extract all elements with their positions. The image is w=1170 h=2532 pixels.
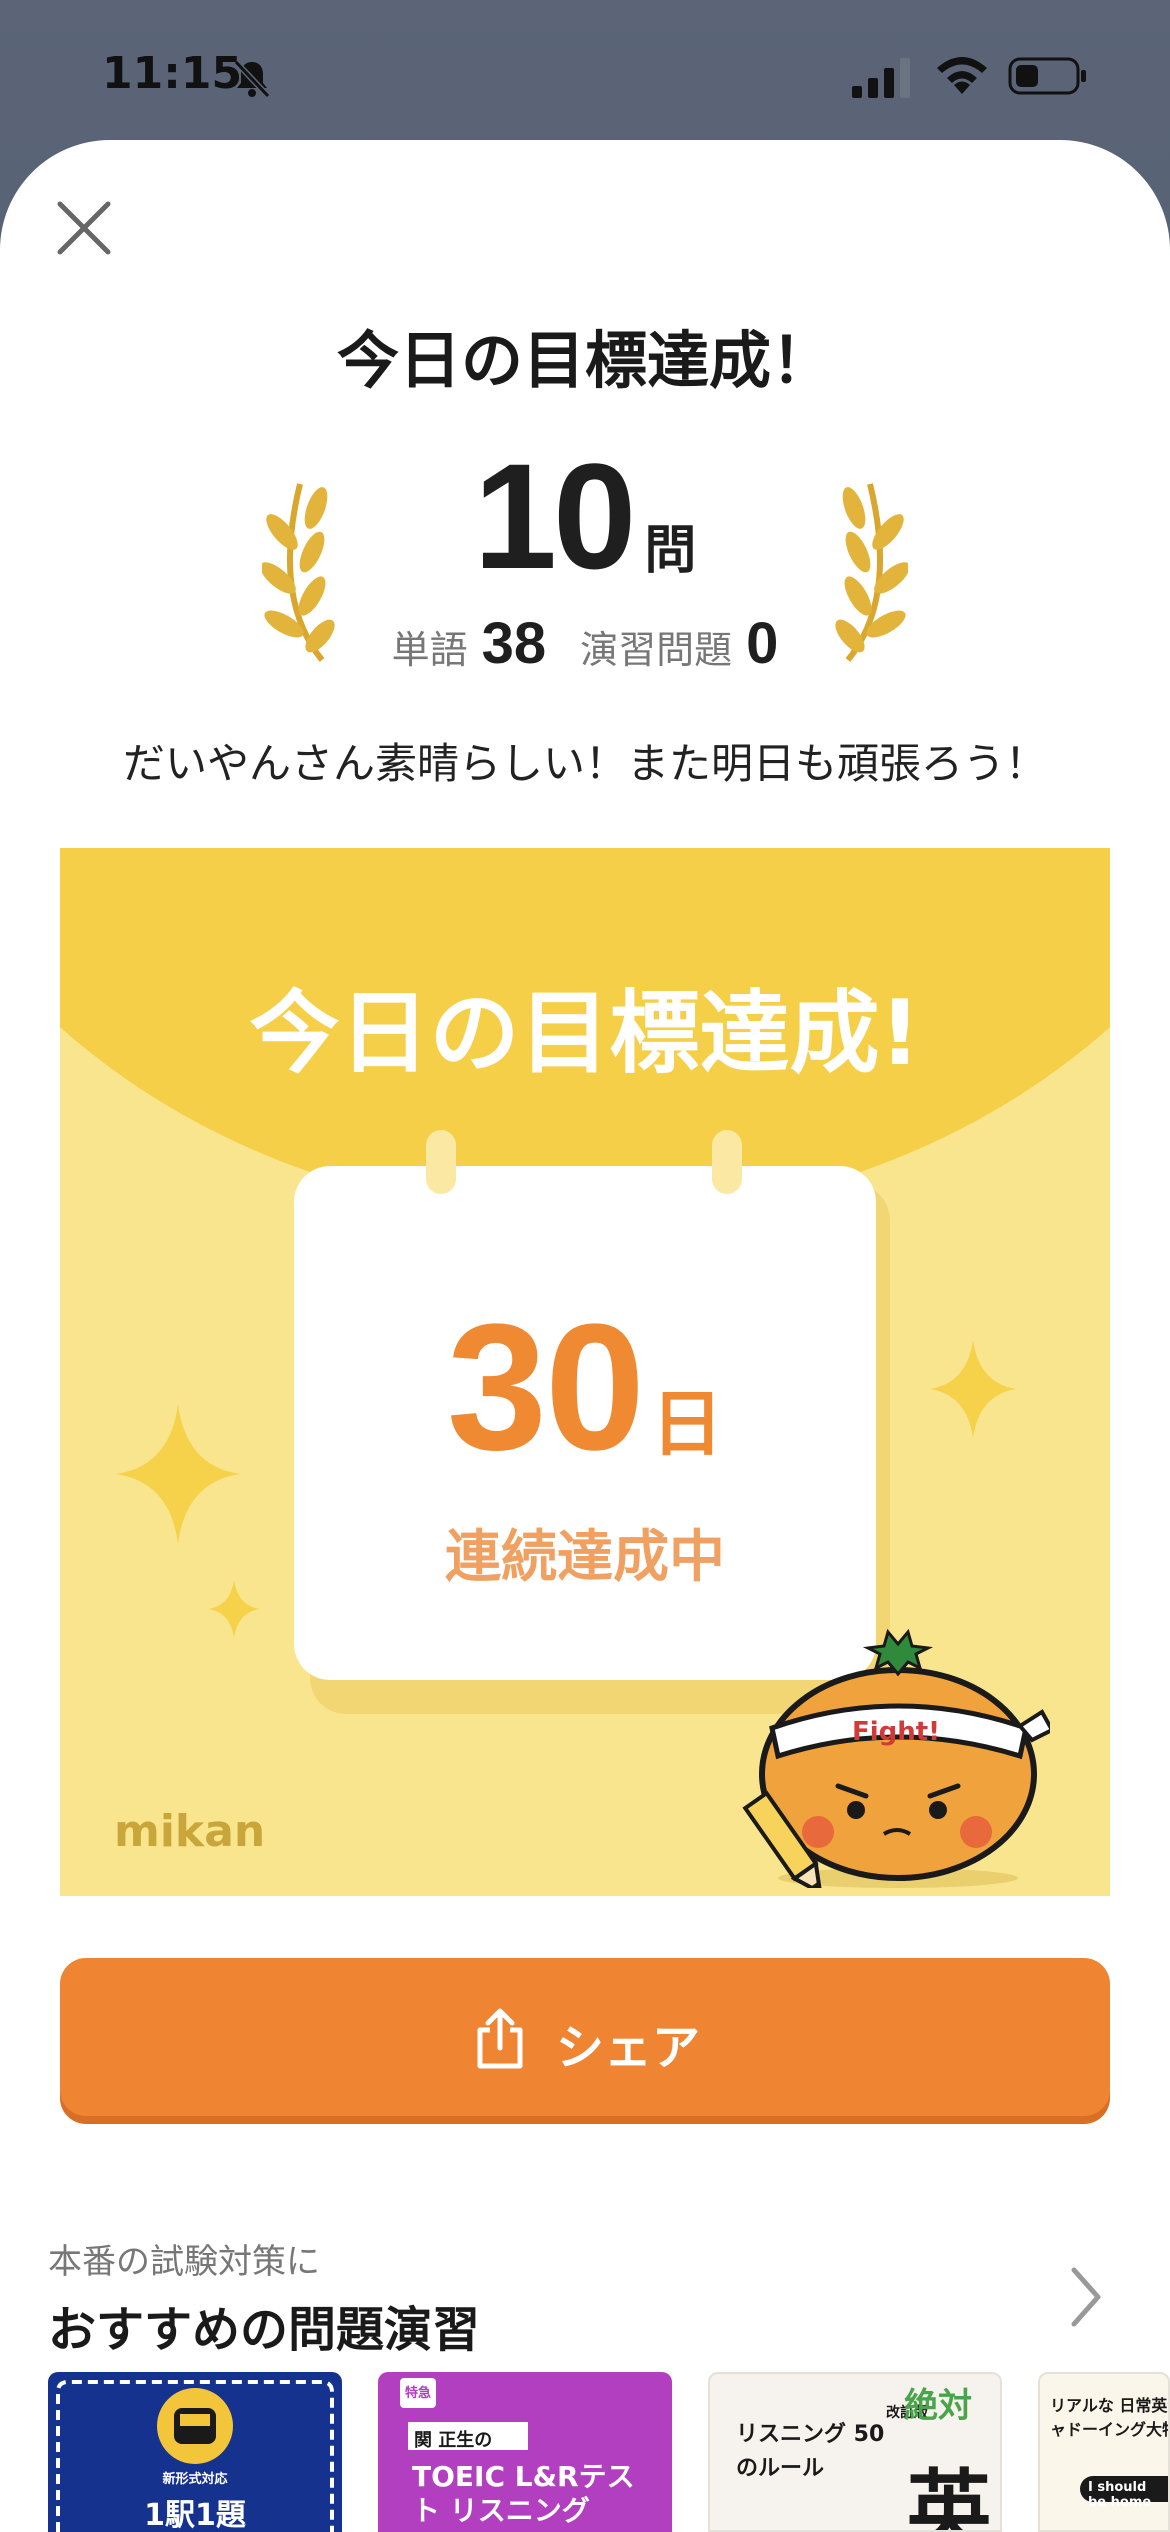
- book-title: リスニング 50のルール: [736, 2422, 885, 2481]
- wifi-icon: [937, 57, 987, 94]
- book-side: 絶対: [904, 2386, 972, 2426]
- streak-count: 30 日: [294, 1284, 876, 1491]
- goal-count-unit: 問: [644, 521, 697, 581]
- book-title: 1駅1題: [144, 2498, 246, 2532]
- goal-title: 今日の目標達成！: [336, 324, 833, 397]
- streak-label: 連続達成中: [445, 1525, 725, 1590]
- recommend-book[interactable]: 改訂版 絶対 リスニング 50のルール 英: [708, 2372, 1002, 2532]
- recommend-book[interactable]: リアルな 日常英会話で鍛える シャドーイング大特訓 I should be ho…: [1038, 2372, 1170, 2532]
- battery-icon: [1008, 57, 1086, 95]
- book-badge: 新形式対応: [162, 2472, 228, 2487]
- bell-muted-icon: [233, 59, 271, 99]
- streak-unit: 日: [651, 1382, 724, 1466]
- mikan-logo: mikan: [114, 1806, 266, 1857]
- sparkle-icon: [208, 1580, 260, 1638]
- sparkle-icon: [116, 1404, 240, 1544]
- recommend-title: おすすめの問題演習: [48, 2302, 481, 2358]
- breakdown-value-exercises: 0: [746, 611, 779, 676]
- share-button[interactable]: シェア: [60, 1958, 1110, 2116]
- breakdown-value-words: 38: [481, 611, 547, 676]
- goal-sheet: 今日の目標達成！ 10 問 単語 38 演習問題 0 だいやんさん素晴らしい！また明日も…: [0, 140, 1170, 2532]
- recommend-book[interactable]: 新形式対応 1駅1題: [48, 2372, 342, 2532]
- signal-icon: [852, 58, 910, 98]
- streak-value: 30: [446, 1287, 645, 1488]
- book-badge: 特急: [404, 2386, 431, 2401]
- goal-breakdown: 単語 38 演習問題 0: [0, 610, 1170, 677]
- card-title: 今日の目標達成!: [249, 981, 921, 1086]
- breakdown-label-exercises: 演習問題: [580, 628, 733, 672]
- book-big-char: 英: [906, 2461, 992, 2532]
- breakdown-label-words: 単語: [391, 628, 468, 672]
- calendar-ring: [426, 1130, 456, 1194]
- status-bar: 11:15: [0, 0, 1170, 140]
- book-bubble: I should be home: [1088, 2480, 1152, 2510]
- book-tag: 関 正生の: [414, 2430, 493, 2451]
- mascot-headband-text: Fight!: [852, 1717, 940, 1747]
- status-time: 11:15: [102, 48, 243, 99]
- chevron-right-icon[interactable]: [1066, 2264, 1106, 2330]
- goal-count: 10 問: [0, 430, 1170, 603]
- share-button-label: シェア: [556, 2020, 701, 2076]
- recommend-book[interactable]: 特急 関 正生の TOEIC L&Rテスト リスニング: [378, 2372, 672, 2532]
- praise-message: だいやんさん素晴らしい！また明日も頑張ろう！: [122, 739, 1047, 788]
- calendar-ring: [712, 1130, 742, 1194]
- book-title: TOEIC L&Rテスト リスニング: [412, 2460, 635, 2527]
- share-icon: [477, 2008, 523, 2069]
- close-icon[interactable]: [52, 196, 116, 260]
- recommend-subtitle: 本番の試験対策に: [48, 2242, 320, 2282]
- goal-count-value: 10: [473, 432, 637, 600]
- sparkle-icon: [930, 1340, 1016, 1438]
- streak-share-card: 今日の目標達成! 30 日 連続達成中 mikan Fight!: [60, 848, 1110, 1896]
- mikan-mascot-icon: Fight!: [742, 1628, 1050, 1888]
- book-title: リアルな 日常英会話で鍛える シャドーイング大特訓: [1050, 2396, 1168, 2439]
